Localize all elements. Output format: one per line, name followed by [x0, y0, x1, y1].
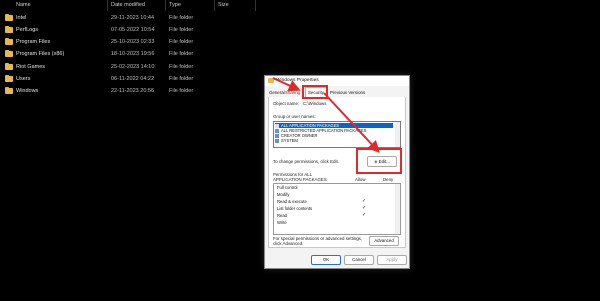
- arrow-to-edit-button: [323, 92, 380, 153]
- arrow-to-security-tab: [272, 77, 301, 92]
- annotation-arrows: [272, 77, 380, 153]
